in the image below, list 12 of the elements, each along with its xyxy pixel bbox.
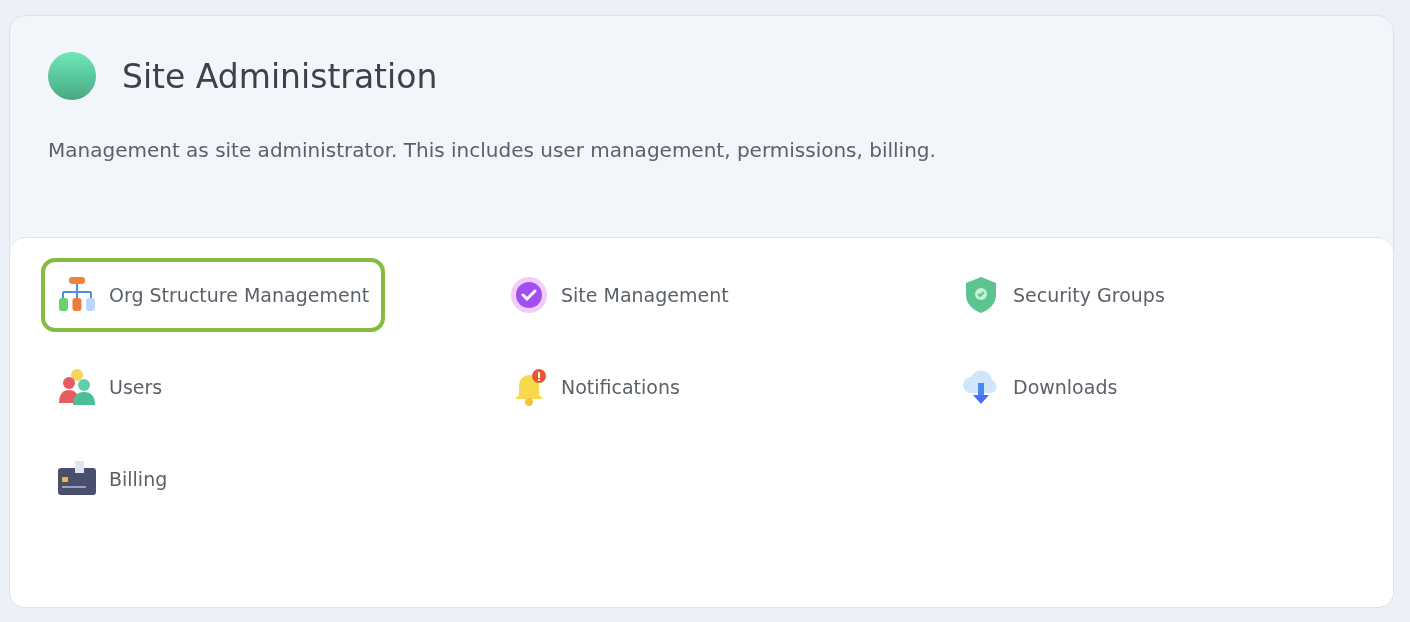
admin-link[interactable]: Users <box>41 350 179 424</box>
admin-link[interactable]: Downloads <box>945 350 1134 424</box>
users-group-icon <box>57 367 97 407</box>
admin-link[interactable]: Notifications <box>493 350 696 424</box>
gear-check-icon <box>509 275 549 315</box>
admin-link[interactable]: Site Management <box>493 258 745 332</box>
admin-link[interactable]: Billing <box>41 442 184 516</box>
page-title: Site Administration <box>122 56 438 96</box>
page-description: Management as site administrator. This includes user management, permissions, billing. <box>48 138 937 162</box>
admin-link[interactable]: Security Groups <box>945 258 1181 332</box>
admin-link[interactable]: Org Structure Management <box>41 258 386 332</box>
circle-icon <box>48 52 96 100</box>
